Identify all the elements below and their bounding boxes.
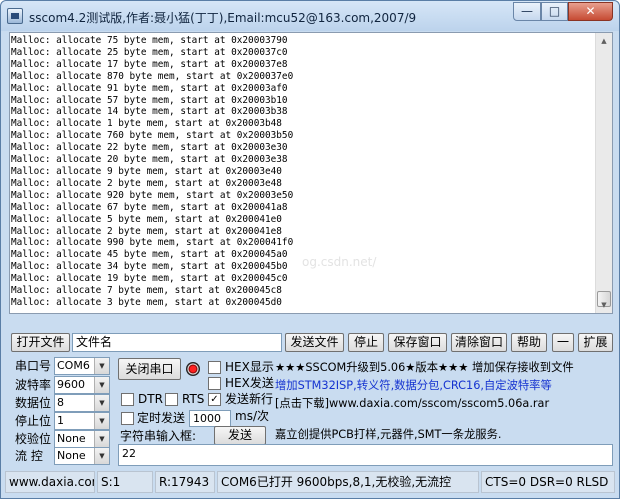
port-select[interactable]: COM6 ▼	[54, 357, 110, 375]
send-text-input[interactable]: 22	[118, 444, 613, 466]
minimize-button[interactable]: —	[513, 2, 541, 21]
log-line: Malloc: allocate 1 byte mem, start at 0x…	[11, 118, 282, 130]
ad-line-pcb: 嘉立创提供PCB打样,元器件,SMT一条龙服务.	[275, 428, 502, 441]
expand-button[interactable]: 扩展	[578, 333, 613, 352]
stop-bits-value: 1	[57, 414, 64, 427]
baud-select[interactable]: 9600 ▼	[54, 376, 110, 394]
rts-label: RTS	[182, 392, 205, 406]
app-window: sscom4.2测试版,作者:聂小猛(丁丁),Email:mcu52@163.c…	[0, 0, 620, 499]
timed-send-checkbox[interactable]	[121, 412, 134, 425]
data-bits-value: 8	[57, 396, 64, 409]
port-status-indicator-icon	[186, 362, 200, 376]
hex-send-checkbox[interactable]	[208, 377, 221, 390]
parity-label: 校验位	[15, 432, 52, 446]
status-received-count: R:17943	[155, 471, 215, 493]
help-button[interactable]: 帮助	[511, 333, 547, 352]
filename-input[interactable]: 文件名	[72, 333, 282, 352]
chevron-down-icon[interactable]: ▼	[94, 448, 109, 464]
log-line: Malloc: allocate 920 byte mem, start at …	[11, 189, 294, 201]
log-line: Malloc: allocate 22 byte mem, start at 0…	[11, 142, 288, 154]
status-website[interactable]: www.daxia.com	[5, 471, 95, 493]
scroll-up-icon[interactable]: ▲	[596, 33, 612, 49]
flow-label: 流 控	[15, 449, 43, 463]
stop-bits-label: 停止位	[15, 414, 52, 428]
log-line: Malloc: allocate 990 byte mem, start at …	[11, 237, 294, 249]
clear-window-button[interactable]: 清除窗口	[451, 333, 507, 352]
flow-value: None	[57, 449, 86, 462]
log-line: Malloc: allocate 3 byte mem, start at 0x…	[11, 296, 282, 308]
chevron-down-icon[interactable]: ▼	[94, 377, 109, 393]
baud-label: 波特率	[15, 378, 52, 392]
data-bits-select[interactable]: 8 ▼	[54, 394, 110, 412]
hex-display-label: HEX显示	[225, 360, 274, 374]
log-line: Malloc: allocate 91 byte mem, start at 0…	[11, 82, 288, 94]
app-icon	[7, 8, 23, 24]
scroll-down-icon[interactable]: ▼	[596, 297, 612, 313]
title-bar: sscom4.2测试版,作者:聂小猛(丁丁),Email:mcu52@163.c…	[1, 1, 619, 31]
send-newline-checkbox[interactable]: ✓	[208, 393, 221, 406]
status-bar: www.daxia.com S:1 R:17943 COM6已打开 9600bp…	[5, 471, 617, 495]
send-button[interactable]: 发送	[214, 426, 266, 445]
chevron-down-icon[interactable]: ▼	[94, 358, 109, 374]
log-line: Malloc: allocate 14 byte mem, start at 0…	[11, 106, 288, 118]
log-line: Malloc: allocate 25 byte mem, start at 0…	[11, 46, 288, 58]
open-file-button[interactable]: 打开文件	[11, 333, 70, 352]
ad-line-download[interactable]: [点击下载]www.daxia.com/sscom/sscom5.06a.rar	[275, 394, 549, 413]
port-label: 串口号	[15, 359, 52, 373]
string-input-label: 字符串输入框:	[120, 429, 197, 443]
log-line: Malloc: allocate 2 byte mem, start at 0x…	[11, 225, 282, 237]
vertical-scrollbar[interactable]: ▲ ▼	[595, 33, 612, 313]
interval-unit: ms/次	[235, 409, 269, 423]
maximize-button[interactable]: □	[541, 2, 568, 21]
send-file-button[interactable]: 发送文件	[285, 333, 344, 352]
log-line: Malloc: allocate 67 byte mem, start at 0…	[11, 201, 288, 213]
interval-input[interactable]: 1000	[189, 410, 231, 427]
stop-bits-select[interactable]: 1 ▼	[54, 412, 110, 430]
window-title: sscom4.2测试版,作者:聂小猛(丁丁),Email:mcu52@163.c…	[29, 11, 417, 25]
flow-select[interactable]: None ▼	[54, 447, 110, 465]
status-port-state: COM6已打开 9600bps,8,1,无校验,无流控	[217, 471, 479, 493]
status-sent-count: S:1	[97, 471, 153, 493]
chevron-down-icon[interactable]: ▼	[94, 431, 109, 447]
status-modem-lines: CTS=0 DSR=0 RLSD	[481, 471, 615, 493]
timed-send-label: 定时发送	[137, 411, 186, 425]
parity-value: None	[57, 432, 86, 445]
chevron-down-icon[interactable]: ▼	[94, 413, 109, 429]
log-line: Malloc: allocate 17 byte mem, start at 0…	[11, 58, 288, 70]
log-line: Malloc: allocate 870 byte mem, start at …	[11, 70, 294, 82]
log-line: Malloc: allocate 7 byte mem, start at 0x…	[11, 285, 282, 297]
log-line: Malloc: allocate 20 byte mem, start at 0…	[11, 154, 288, 166]
ad-line-upgrade: ★★★SSCOM升级到5.06★版本★★★ 增加保存接收到文件	[275, 361, 574, 374]
log-line: Malloc: allocate 2 byte mem, start at 0x…	[11, 177, 282, 189]
hex-display-checkbox[interactable]	[208, 361, 221, 374]
watermark: og.csdn.net/	[302, 255, 377, 269]
log-line: Malloc: allocate 5 byte mem, start at 0x…	[11, 213, 282, 225]
chevron-down-icon[interactable]: ▼	[94, 395, 109, 411]
port-value: COM6	[57, 359, 90, 372]
close-button[interactable]: ✕	[568, 2, 613, 21]
hex-send-label: HEX发送	[225, 376, 274, 390]
baud-value: 9600	[57, 378, 85, 391]
stop-button[interactable]: 停止	[348, 333, 384, 352]
receive-output-area[interactable]: Malloc: allocate 75 byte mem, start at 0…	[9, 32, 613, 314]
log-line: Malloc: allocate 75 byte mem, start at 0…	[11, 35, 288, 46]
close-port-button[interactable]: 关闭串口	[118, 358, 181, 380]
data-bits-label: 数据位	[15, 396, 52, 410]
send-newline-label: 发送新行	[225, 392, 274, 406]
ad-line-features[interactable]: 增加STM32ISP,转义符,数据分包,CRC16,自定波特率等	[275, 376, 552, 395]
log-line: Malloc: allocate 9 byte mem, start at 0x…	[11, 165, 282, 177]
parity-select[interactable]: None ▼	[54, 430, 110, 448]
collapse-button[interactable]: 一	[552, 333, 574, 352]
save-window-button[interactable]: 保存窗口	[388, 333, 447, 352]
log-line: Malloc: allocate 19 byte mem, start at 0…	[11, 273, 288, 285]
log-line: Malloc: allocate 57 byte mem, start at 0…	[11, 94, 288, 106]
dtr-checkbox[interactable]	[121, 393, 134, 406]
rts-checkbox[interactable]	[165, 393, 178, 406]
log-line: Malloc: allocate 760 byte mem, start at …	[11, 130, 294, 142]
dtr-label: DTR	[138, 392, 163, 406]
